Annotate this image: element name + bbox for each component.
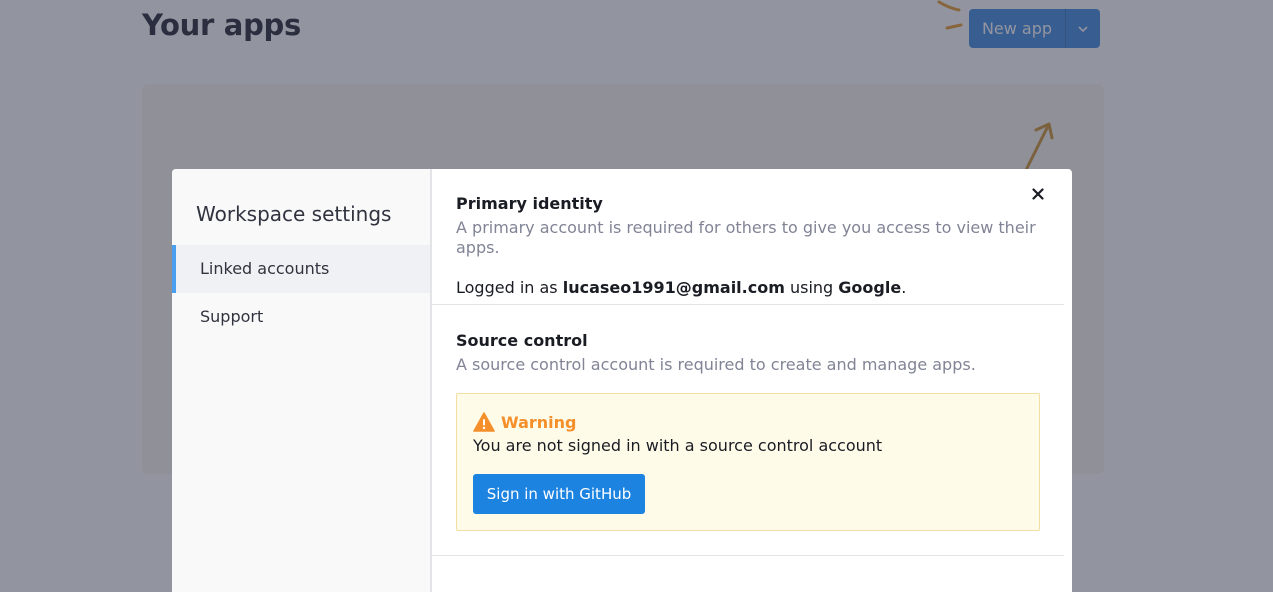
login-suffix: .: [901, 278, 907, 297]
source-control-heading: Source control: [456, 331, 588, 350]
sidebar-title: Workspace settings: [196, 202, 392, 226]
primary-identity-section: Primary identity A primary account is re…: [432, 169, 1064, 305]
login-status: Logged in as lucaseo1991@gmail.com using…: [456, 278, 1040, 298]
warning-header: Warning: [473, 410, 1023, 434]
sidebar-item-linked-accounts[interactable]: Linked accounts: [172, 245, 430, 293]
primary-identity-description: A primary account is required for others…: [456, 218, 1036, 257]
settings-sidebar: Workspace settings Linked accounts Suppo…: [172, 169, 432, 592]
login-provider: Google: [838, 278, 902, 297]
warning-triangle-icon: [473, 412, 495, 432]
sidebar-item-support[interactable]: Support: [172, 293, 430, 341]
source-control-description: A source control account is required to …: [456, 355, 976, 374]
login-using: using: [784, 278, 839, 297]
warning-alert: Warning You are not signed in with a sou…: [456, 393, 1040, 531]
source-control-section: Source control A source control account …: [432, 305, 1064, 556]
close-icon: [1032, 188, 1044, 200]
close-button[interactable]: [1026, 182, 1050, 206]
sign-in-github-button[interactable]: Sign in with GitHub: [473, 474, 645, 514]
app-page: Your apps New app Workspace settings Lin…: [0, 0, 1273, 592]
login-prefix: Logged in as: [456, 278, 563, 297]
sidebar-nav: Linked accounts Support: [172, 245, 430, 341]
warning-title: Warning: [501, 412, 577, 432]
settings-content: Primary identity A primary account is re…: [432, 169, 1072, 592]
warning-message: You are not signed in with a source cont…: [473, 436, 883, 455]
primary-identity-heading: Primary identity: [456, 194, 603, 213]
workspace-settings-modal: Workspace settings Linked accounts Suppo…: [172, 169, 1072, 592]
login-email: lucaseo1991@gmail.com: [562, 278, 785, 297]
